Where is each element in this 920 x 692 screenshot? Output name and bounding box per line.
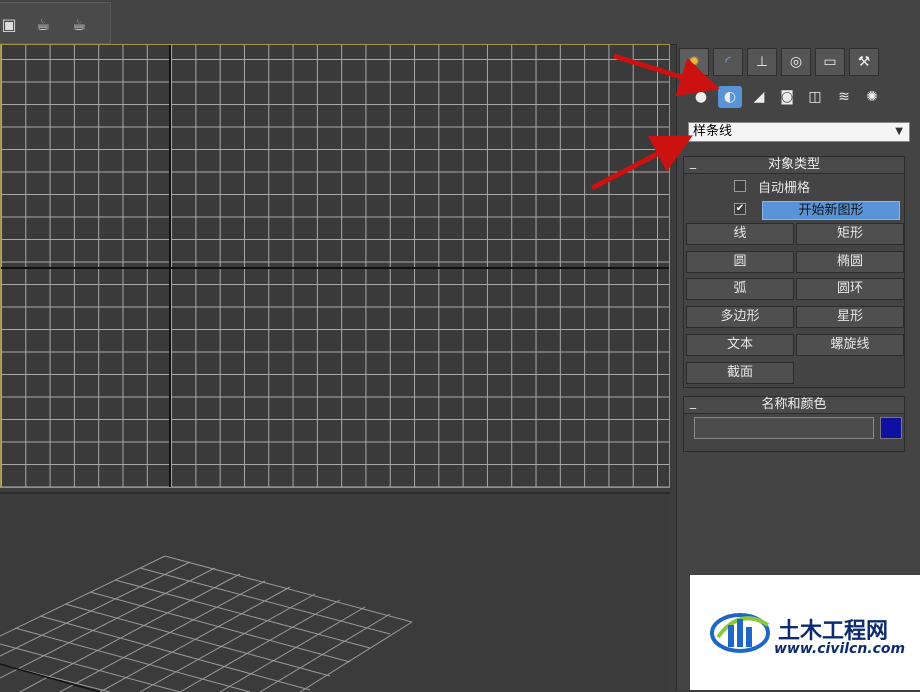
arrow-to-shapes-icon	[613, 53, 720, 97]
watermark-logo: 土木工程网 www.civilcn.com	[690, 575, 920, 690]
arrow-to-dropdown	[590, 135, 693, 191]
civilcn-logo-icon	[710, 613, 770, 653]
watermark-url: www.civilcn.com	[774, 641, 906, 657]
